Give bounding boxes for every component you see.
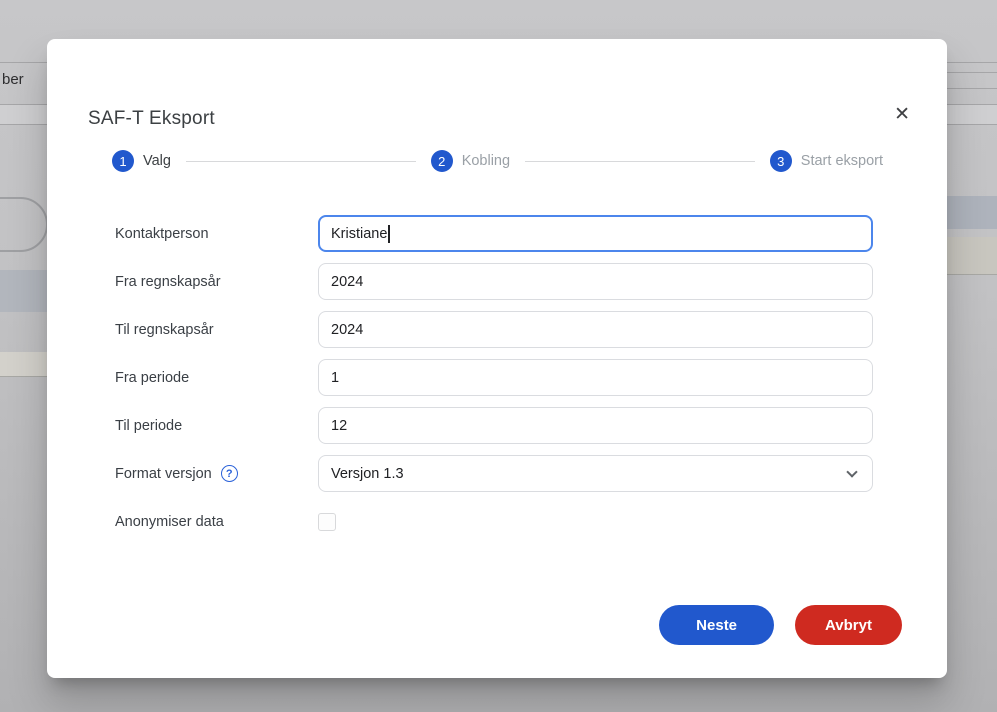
background-table-line	[945, 88, 997, 89]
kontaktperson-label: Kontaktperson	[115, 225, 209, 242]
step-2-label: Kobling	[461, 153, 511, 169]
step-start-eksport[interactable]: 3 Start eksport	[769, 150, 883, 172]
format-versjon-select[interactable]: Versjon 1.3	[318, 455, 873, 492]
form-row-anonymiser-data: Anonymiser data	[115, 503, 873, 540]
format-versjon-value: Versjon 1.3	[331, 465, 404, 482]
background-search-pill	[0, 197, 48, 252]
dialog-title: SAF-T Eksport	[88, 108, 215, 129]
step-1-circle: 1	[112, 150, 134, 172]
chevron-down-icon	[846, 465, 858, 478]
text-cursor	[388, 224, 390, 243]
neste-button[interactable]: Neste	[659, 605, 775, 645]
form-row-til-regnskapsaar: Til regnskapsår	[115, 311, 873, 348]
kontaktperson-input[interactable]: Kristiane	[318, 215, 873, 252]
step-3-label: Start eksport	[800, 153, 883, 169]
step-1-label: Valg	[143, 153, 171, 169]
background-table-band	[0, 352, 47, 377]
til-periode-input[interactable]	[318, 407, 873, 444]
avbryt-button[interactable]: Avbryt	[795, 605, 902, 645]
anonymiser-data-label: Anonymiser data	[115, 513, 224, 530]
form-row-til-periode: Til periode	[115, 407, 873, 444]
saft-export-dialog: SAF-T Eksport ✕ 1 Valg 2 Kobling 3 Start…	[47, 39, 947, 678]
fra-regnskapsaar-input[interactable]	[318, 263, 873, 300]
export-form: Kontaktperson Kristiane Fra regnskapsår …	[115, 215, 873, 551]
til-regnskapsaar-label: Til regnskapsår	[115, 321, 214, 338]
form-row-fra-periode: Fra periode	[115, 359, 873, 396]
background-selected-row-band	[945, 196, 997, 229]
fra-regnskapsaar-label: Fra regnskapsår	[115, 273, 221, 290]
format-versjon-label: Format versjon	[115, 465, 212, 482]
background-table-line	[945, 72, 997, 73]
help-icon[interactable]: ?	[220, 465, 238, 482]
anonymiser-data-checkbox[interactable]	[318, 512, 336, 531]
fra-periode-label: Fra periode	[115, 369, 190, 386]
kontaktperson-value: Kristiane	[331, 225, 388, 242]
stepper-connector	[185, 160, 416, 162]
form-row-format-versjon: Format versjon ? Versjon 1.3	[115, 455, 873, 492]
wizard-stepper: 1 Valg 2 Kobling 3 Start eksport	[112, 150, 883, 172]
til-regnskapsaar-input[interactable]	[318, 311, 873, 348]
til-periode-label: Til periode	[115, 417, 183, 434]
step-valg[interactable]: 1 Valg	[112, 150, 171, 172]
form-row-fra-regnskapsaar: Fra regnskapsår	[115, 263, 873, 300]
page-background: ber SAF-T Eksport ✕ 1 Valg 2 Kobling 3 S…	[0, 0, 997, 712]
stepper-connector	[525, 160, 755, 162]
background-selected-row-band	[0, 270, 47, 312]
background-table-band	[945, 237, 997, 275]
fra-periode-input[interactable]	[318, 359, 873, 396]
close-icon[interactable]: ✕	[894, 105, 910, 124]
background-partial-text: ber	[2, 71, 24, 88]
step-3-circle: 3	[769, 150, 792, 172]
dialog-actions: Neste Avbryt	[659, 605, 902, 645]
form-row-kontaktperson: Kontaktperson Kristiane	[115, 215, 873, 252]
step-kobling[interactable]: 2 Kobling	[430, 150, 511, 172]
step-2-circle: 2	[430, 150, 453, 172]
